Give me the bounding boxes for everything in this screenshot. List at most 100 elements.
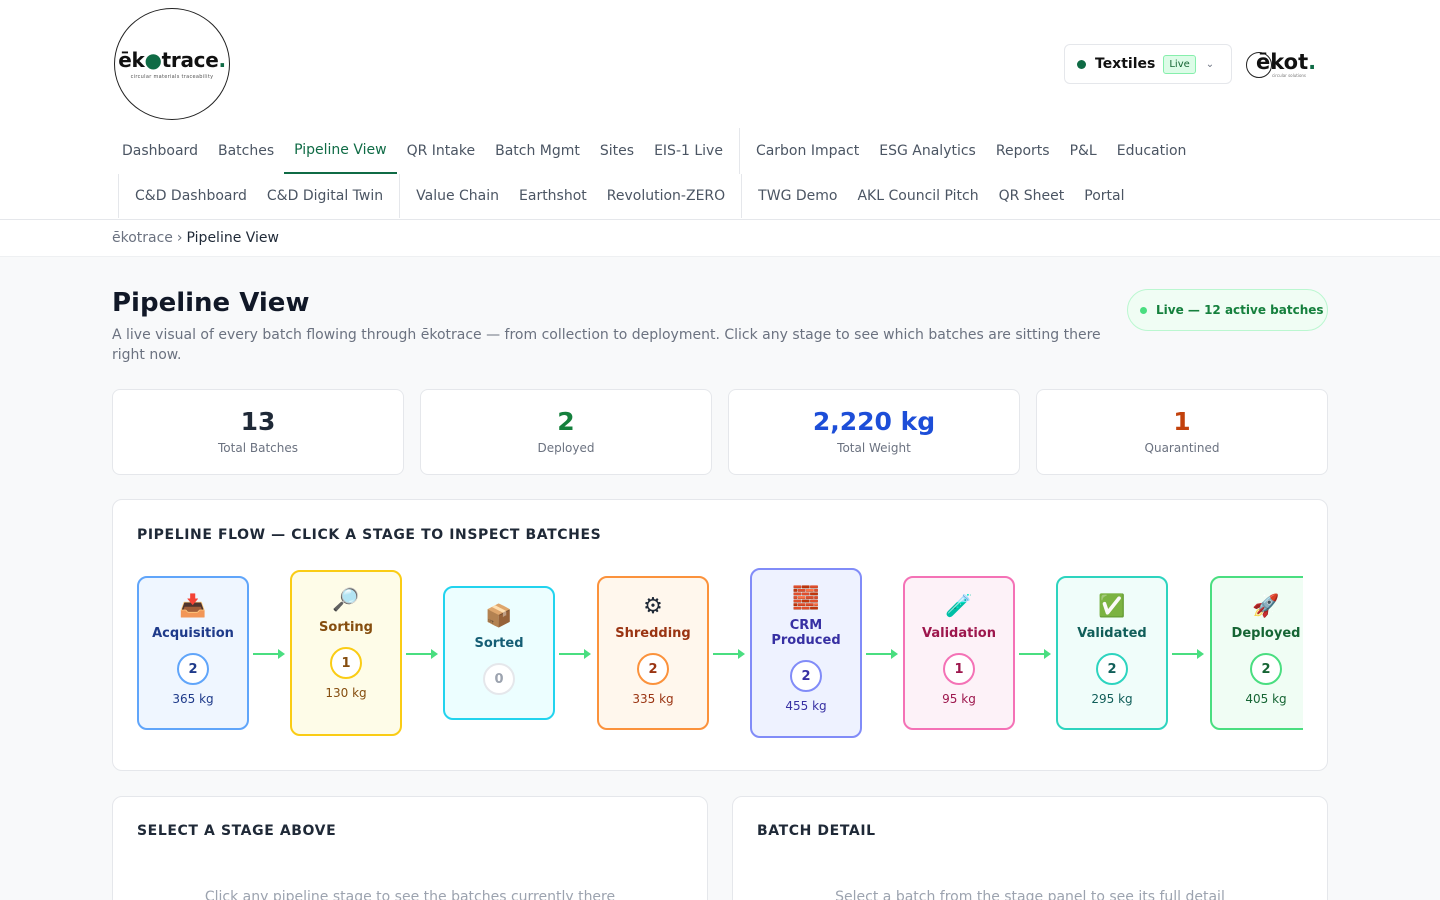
stage-batch-count: 1 (330, 647, 362, 679)
nav-value-chain[interactable]: Value Chain (406, 174, 509, 218)
nav-batches[interactable]: Batches (208, 128, 284, 174)
flow-arrow (1172, 649, 1204, 659)
batch-detail-title: BATCH DETAIL (757, 823, 876, 839)
stage-shredding[interactable]: ⚙ Shredding 2 335 kg (597, 576, 709, 730)
stage-validated[interactable]: ✅ Validated 2 295 kg (1056, 576, 1168, 730)
chevron-down-icon: ⌄ (1205, 58, 1215, 70)
stage-batch-count: 2 (637, 653, 669, 685)
live-dot (1140, 306, 1147, 314)
nav-revolution-zero[interactable]: Revolution-ZERO (597, 174, 735, 218)
live-status-pill: Live — 12 active batches (1127, 289, 1328, 331)
stage-batch-count: 2 (1250, 653, 1282, 685)
stage-batch-count: 1 (943, 653, 975, 685)
nav-pipeline-view[interactable]: Pipeline View (284, 128, 397, 174)
stage-validation[interactable]: 🧪 Validation 1 95 kg (903, 576, 1015, 730)
stat-label: Quarantined (1144, 441, 1220, 455)
stage-weight: 295 kg (1091, 692, 1133, 706)
main-nav-row-2: C&D Dashboard C&D Digital Twin Value Cha… (112, 174, 1135, 218)
stage-batch-count: 2 (1096, 653, 1128, 685)
stage-name: CRM Produced (771, 618, 841, 648)
breadcrumb: ēkotrace › Pipeline View (0, 220, 1440, 257)
nav-divider (118, 174, 119, 218)
stage-batch-count: 2 (790, 660, 822, 692)
sector-selector[interactable]: Textiles Live ⌄ (1064, 44, 1232, 84)
logo-tagline: circular materials traceability (130, 74, 214, 80)
pipeline-flow: 📥 Acquisition 2 365 kg 🔎 Sorting 1 130 kg 📦 Sorte… (137, 560, 1303, 740)
nav-sites[interactable]: Sites (590, 128, 644, 174)
nav-dashboard[interactable]: Dashboard (112, 128, 208, 174)
nav-cd-dashboard[interactable]: C&D Dashboard (125, 174, 257, 218)
stage-weight: 405 kg (1245, 692, 1287, 706)
stage-name: Shredding (615, 626, 691, 641)
ekot-tagline: circular solutions (1272, 73, 1307, 78)
stage-name: Validated (1077, 626, 1147, 641)
main-nav-row-1: Dashboard Batches Pipeline View QR Intak… (112, 128, 1196, 174)
stage-batch-count: 0 (483, 663, 515, 695)
stage-panel-title: SELECT A STAGE ABOVE (137, 823, 337, 839)
stage-icon: 📦 (485, 604, 513, 629)
nav-esg-analytics[interactable]: ESG Analytics (869, 128, 986, 174)
logo-wordmark: ēk●trace. (118, 48, 226, 72)
stat-total-batches: 13 Total Batches (112, 389, 404, 475)
live-status-text: Live — 12 active batches (1156, 303, 1324, 317)
nav-reports[interactable]: Reports (986, 128, 1060, 174)
pipeline-flow-title: PIPELINE FLOW — CLICK A STAGE TO INSPECT… (137, 527, 602, 543)
stage-crm-produced[interactable]: 🧱 CRM Produced 2 455 kg (750, 568, 862, 738)
nav-qr-intake[interactable]: QR Intake (397, 128, 486, 174)
stat-label: Deployed (537, 441, 595, 455)
nav-akl-council-pitch[interactable]: AKL Council Pitch (847, 174, 988, 218)
nav-batch-mgmt[interactable]: Batch Mgmt (485, 128, 590, 174)
stage-weight: 455 kg (785, 699, 827, 713)
stage-acquisition[interactable]: 📥 Acquisition 2 365 kg (137, 576, 249, 730)
nav-divider (738, 128, 740, 174)
flow-arrow (713, 649, 745, 659)
breadcrumb-current: Pipeline View (186, 230, 279, 246)
breadcrumb-separator: › (176, 230, 183, 246)
ekotrace-logo[interactable]: ēk●trace. circular materials traceabilit… (114, 8, 230, 120)
nav-cd-digital-twin[interactable]: C&D Digital Twin (257, 174, 393, 218)
nav-pl[interactable]: P&L (1060, 128, 1107, 174)
stage-panel-empty-message: Click any pipeline stage to see the batc… (204, 889, 616, 900)
top-header: ēk●trace. circular materials traceabilit… (0, 0, 1440, 220)
stage-sorting[interactable]: 🔎 Sorting 1 130 kg (290, 570, 402, 736)
nav-twg-demo[interactable]: TWG Demo (748, 174, 847, 218)
nav-divider (399, 174, 401, 218)
stat-label: Total Batches (218, 441, 298, 455)
stage-weight: 365 kg (172, 692, 214, 706)
nav-portal[interactable]: Portal (1074, 174, 1134, 218)
stage-icon: ⚙ (643, 594, 663, 619)
stage-icon: 🧪 (945, 594, 973, 619)
stat-value: 13 (240, 407, 276, 436)
stage-sorted[interactable]: 📦 Sorted 0 (443, 586, 555, 720)
stage-batch-count: 2 (177, 653, 209, 685)
flow-arrow (1019, 649, 1051, 659)
flow-arrow (406, 649, 438, 659)
stage-icon: 🔎 (332, 588, 360, 613)
stage-icon: 🚀 (1252, 594, 1280, 619)
live-badge: Live (1163, 54, 1196, 74)
pipeline-flow-card: PIPELINE FLOW — CLICK A STAGE TO INSPECT… (112, 499, 1328, 771)
flow-arrow (866, 649, 898, 659)
stat-quarantined: 1 Quarantined (1036, 389, 1328, 475)
stage-icon: ✅ (1098, 594, 1126, 619)
stage-batches-panel: SELECT A STAGE ABOVE Click any pipeline … (112, 796, 708, 900)
nav-education[interactable]: Education (1107, 128, 1197, 174)
stage-weight: 95 kg (942, 692, 976, 706)
stage-deployed[interactable]: 🚀 Deployed 2 405 kg (1210, 576, 1303, 730)
nav-eis1-live[interactable]: EIS-1 Live (644, 128, 733, 174)
batch-detail-panel: BATCH DETAIL Select a batch from the sta… (732, 796, 1328, 900)
nav-qr-sheet[interactable]: QR Sheet (989, 174, 1075, 218)
stage-name: Sorting (319, 620, 373, 635)
nav-divider (741, 174, 743, 218)
stat-value: 1 (1173, 407, 1191, 436)
nav-carbon-impact[interactable]: Carbon Impact (746, 128, 869, 174)
status-dot (1077, 59, 1086, 69)
batch-detail-empty-message: Select a batch from the stage panel to s… (835, 889, 1225, 900)
breadcrumb-root[interactable]: ēkotrace (112, 230, 173, 246)
stat-total-weight: 2,220 kg Total Weight (728, 389, 1020, 475)
stat-value: 2,220 kg (812, 407, 936, 436)
page-title: Pipeline View (112, 288, 310, 318)
stage-icon: 🧱 (792, 586, 820, 611)
nav-earthshot[interactable]: Earthshot (509, 174, 597, 218)
stage-weight: 130 kg (325, 686, 367, 700)
